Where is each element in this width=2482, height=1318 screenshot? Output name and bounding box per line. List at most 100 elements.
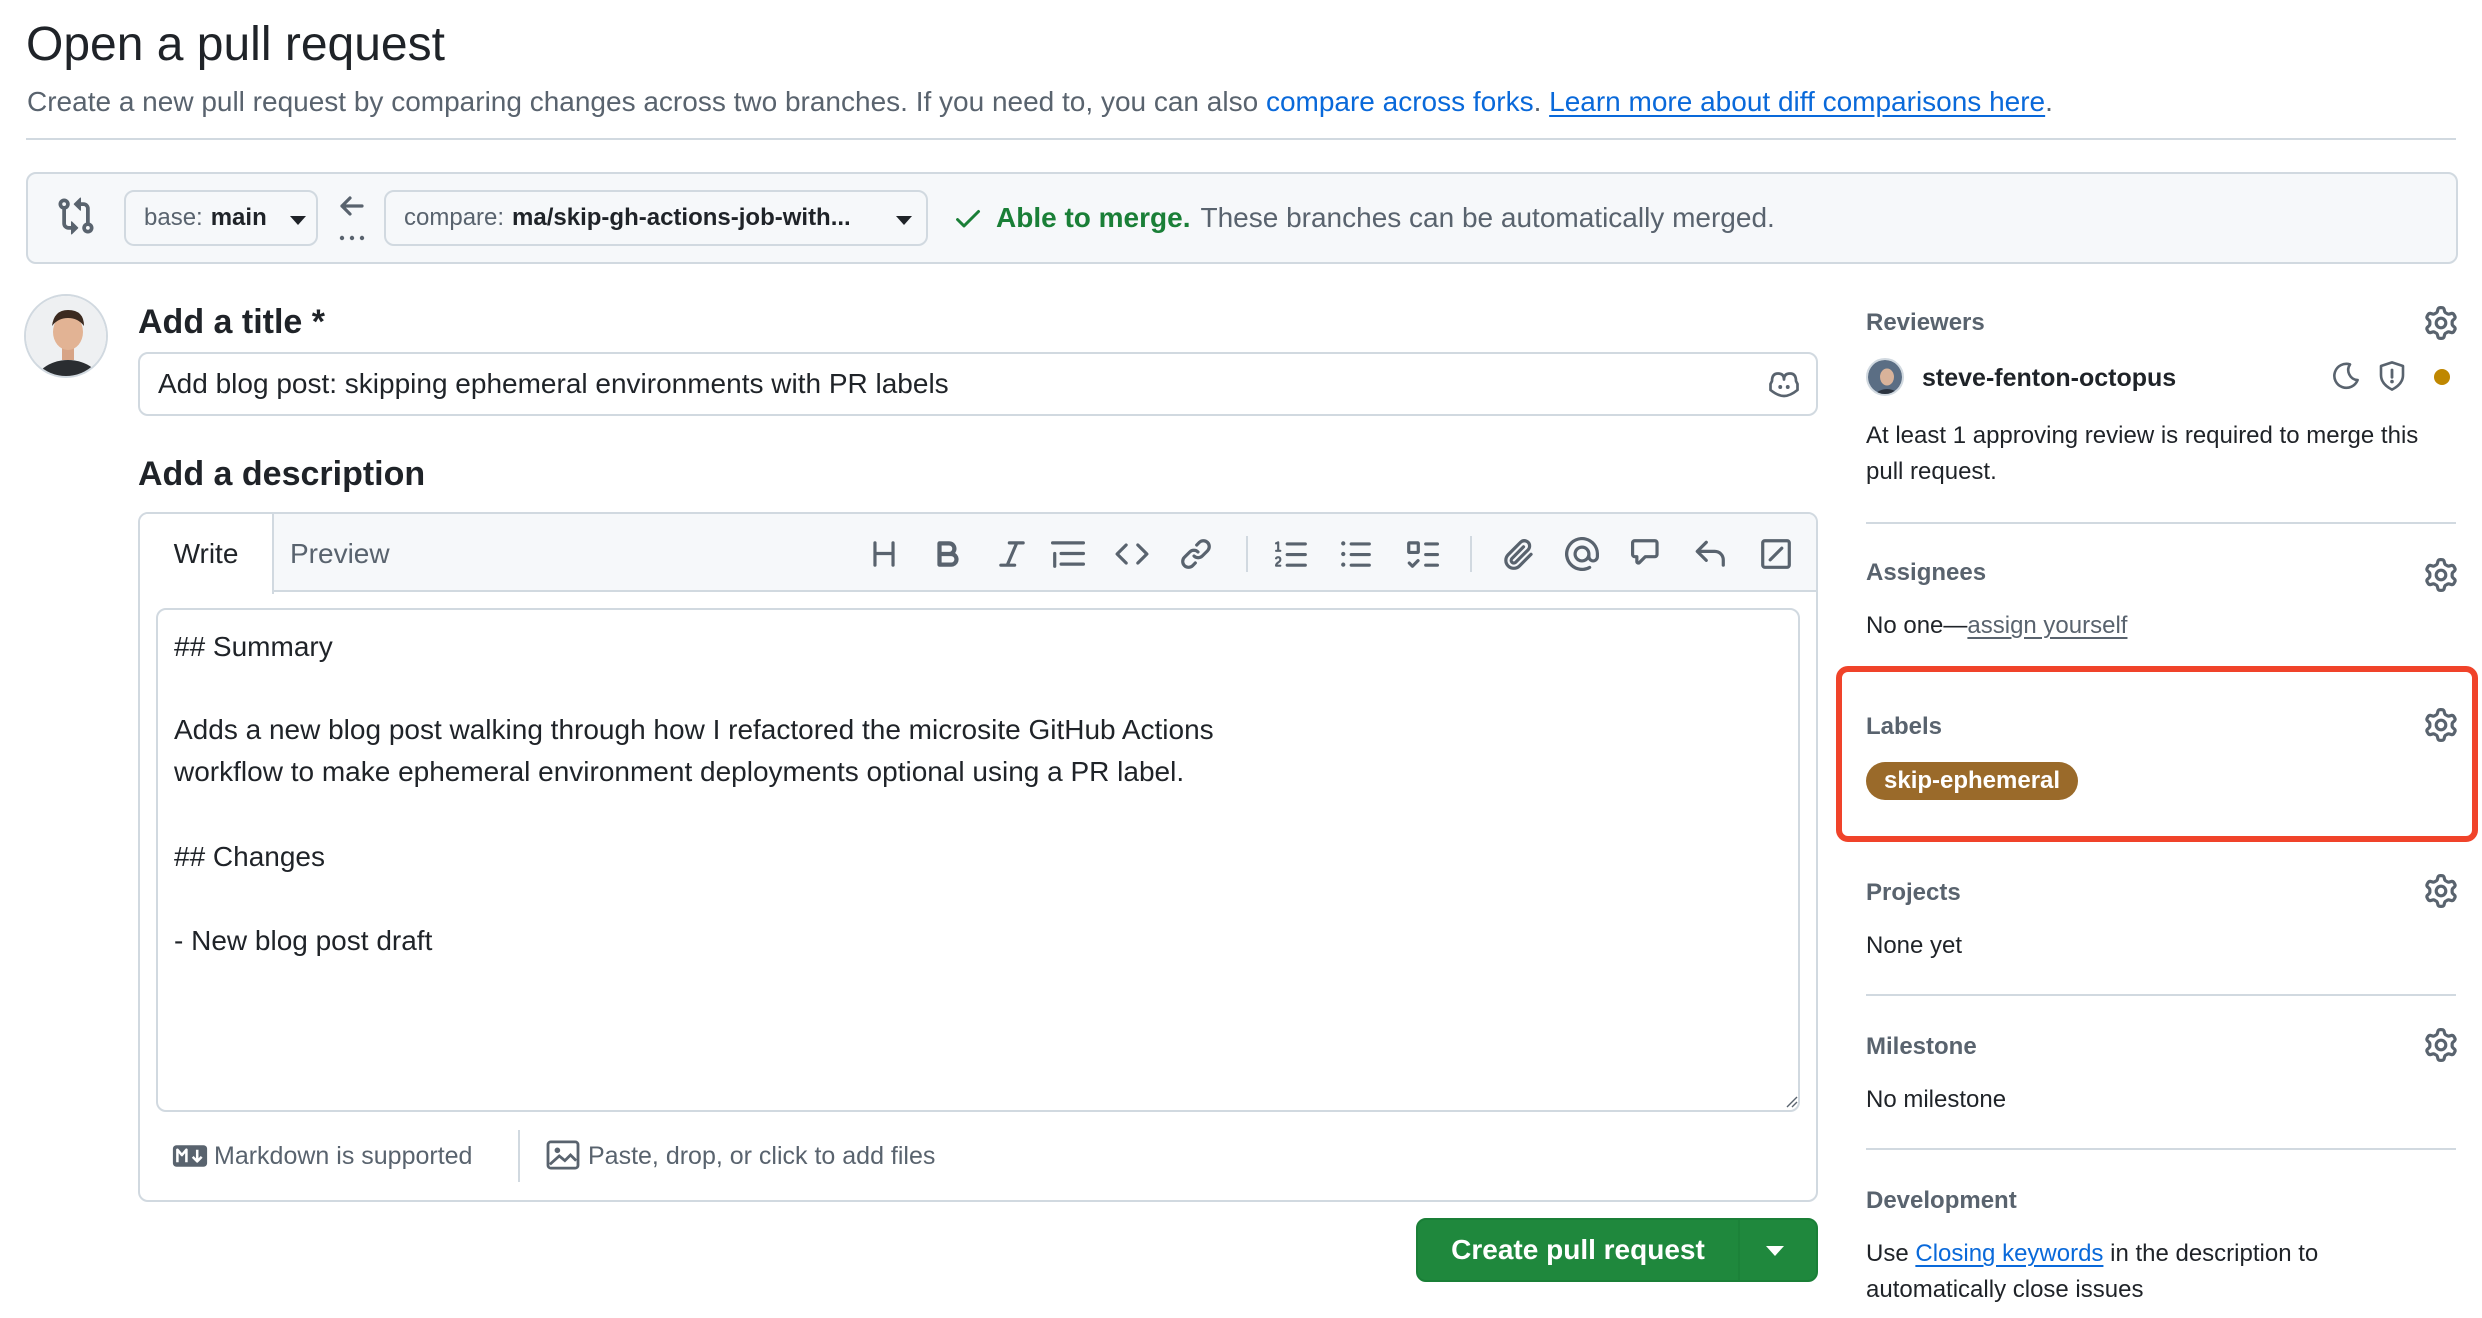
footer-divider xyxy=(518,1130,520,1182)
unordered-list-button[interactable] xyxy=(1338,536,1374,572)
gear-icon[interactable] xyxy=(2424,1028,2458,1062)
toolbar-divider xyxy=(1470,536,1472,572)
merge-status: Able to merge. These branches can be aut… xyxy=(952,196,1775,240)
reviewer-avatar[interactable] xyxy=(1866,358,1904,396)
heading-icon xyxy=(873,541,895,567)
arrow-left-icon xyxy=(339,196,365,241)
sidebar-divider xyxy=(1866,522,2456,524)
assignees-prefix: No one— xyxy=(1866,612,1968,639)
compare-forks-link[interactable]: compare across forks xyxy=(1266,86,1534,117)
sidebar-divider xyxy=(1866,1148,2456,1150)
labels-highlight-box xyxy=(1836,666,2478,842)
code-button[interactable] xyxy=(1114,536,1150,572)
bold-button[interactable] xyxy=(930,536,966,572)
italic-button[interactable] xyxy=(994,536,1030,572)
italic-icon xyxy=(999,541,1025,567)
reviewers-note-line2: pull request. xyxy=(1866,458,1997,485)
textarea-line: - New blog post draft xyxy=(174,925,433,956)
resize-handle-icon[interactable] xyxy=(1782,1092,1798,1108)
compare-branch-select[interactable]: compare: ma/skip-gh-actions-job-with... xyxy=(384,190,928,246)
header-divider xyxy=(26,138,2456,140)
add-files-note[interactable]: Paste, drop, or click to add files xyxy=(588,1138,935,1174)
mention-icon xyxy=(1565,537,1599,571)
image-icon xyxy=(546,1140,580,1170)
quote-icon xyxy=(1051,541,1085,568)
textarea-line: workflow to make ephemeral environment d… xyxy=(174,756,1185,787)
slash-commands-button[interactable] xyxy=(1758,536,1794,572)
development-prefix: Use xyxy=(1866,1240,1916,1267)
mention-button[interactable] xyxy=(1564,536,1600,572)
chevron-down-icon xyxy=(896,216,912,225)
title-label: Add a title * xyxy=(138,303,326,341)
gear-icon[interactable] xyxy=(2424,874,2458,908)
reviewer-name[interactable]: steve-fenton-octopus xyxy=(1922,360,2176,396)
base-prefix: base: xyxy=(144,204,203,231)
attach-button[interactable] xyxy=(1500,536,1536,572)
gear-icon[interactable] xyxy=(2424,306,2458,340)
gear-icon[interactable] xyxy=(2424,558,2458,592)
description-label: Add a description xyxy=(138,455,426,493)
heading-button[interactable] xyxy=(866,536,902,572)
button-divider xyxy=(1738,1220,1740,1280)
projects-heading[interactable]: Projects xyxy=(1866,876,1961,910)
development-note: Use Closing keywords in the description … xyxy=(1866,1236,2318,1272)
create-pull-request-label[interactable]: Create pull request xyxy=(1416,1218,1740,1282)
task-list-button[interactable] xyxy=(1404,536,1440,572)
link-icon xyxy=(1181,539,1211,569)
unordered-list-icon xyxy=(1341,541,1371,567)
chevron-down-icon[interactable] xyxy=(1766,1246,1784,1256)
shield-icon xyxy=(2379,361,2405,391)
textarea-line: Adds a new blog post walking through how… xyxy=(174,714,1214,745)
quote-button[interactable] xyxy=(1050,536,1086,572)
description-textarea[interactable] xyxy=(156,608,1800,1112)
learn-more-link[interactable]: Learn more about diff comparisons here xyxy=(1549,86,2045,117)
author-avatar xyxy=(24,294,108,378)
label-chip[interactable]: skip-ephemeral xyxy=(1866,762,2079,800)
page-subtitle: Create a new pull request by comparing c… xyxy=(27,82,2053,122)
development-note-line2: automatically close issues xyxy=(1866,1276,2144,1303)
assignees-value: No one—assign yourself xyxy=(1866,608,2127,644)
reviewers-note: At least 1 approving review is required … xyxy=(1866,422,2419,449)
projects-value: None yet xyxy=(1866,932,1963,959)
task-list-icon xyxy=(1407,541,1439,568)
copilot-icon[interactable] xyxy=(1766,366,1802,402)
git-compare-icon xyxy=(58,197,94,235)
tab-preview[interactable]: Preview xyxy=(290,534,390,574)
subtitle-mid: . xyxy=(1533,86,1550,117)
markdown-note[interactable]: Markdown is supported xyxy=(214,1138,472,1174)
code-icon xyxy=(1115,543,1149,565)
textarea-line: ## Changes xyxy=(174,841,326,872)
base-branch-value: main xyxy=(210,204,267,231)
milestone-value: No milestone xyxy=(1866,1086,2007,1113)
title-input-value: Add blog post: skipping ephemeral enviro… xyxy=(158,368,949,399)
gear-icon[interactable] xyxy=(2424,708,2458,742)
reviewers-heading[interactable]: Reviewers xyxy=(1866,306,1985,340)
assignees-heading[interactable]: Assignees xyxy=(1866,556,1986,590)
cross-reference-icon xyxy=(1631,539,1659,565)
compare-branch-value: ma/skip-gh-actions-job-with... xyxy=(512,204,851,231)
title-input[interactable]: Add blog post: skipping ephemeral enviro… xyxy=(138,352,1818,416)
reply-button[interactable] xyxy=(1692,536,1728,572)
link-button[interactable] xyxy=(1178,536,1214,572)
closing-keywords-link[interactable]: Closing keywords xyxy=(1915,1240,2103,1267)
paperclip-icon xyxy=(1504,539,1533,570)
avatar-image xyxy=(26,296,106,376)
milestone-heading[interactable]: Milestone xyxy=(1866,1030,1977,1064)
cross-reference-button[interactable] xyxy=(1630,536,1666,572)
ordered-list-button[interactable] xyxy=(1274,536,1310,572)
slash-icon xyxy=(1761,539,1791,569)
sidebar-divider xyxy=(1866,994,2456,996)
reply-icon xyxy=(1695,540,1725,567)
development-heading: Development xyxy=(1866,1187,2017,1214)
assign-yourself-link[interactable]: assign yourself xyxy=(1967,612,2127,639)
avatar-image xyxy=(1868,360,1902,394)
labels-heading[interactable]: Labels xyxy=(1866,710,1942,744)
bold-icon xyxy=(937,541,959,567)
base-branch-select[interactable]: base: main xyxy=(124,190,318,246)
check-icon xyxy=(956,210,980,228)
textarea-line: ## Summary xyxy=(174,631,333,662)
tab-write[interactable]: Write xyxy=(140,514,274,594)
toolbar-divider xyxy=(1246,536,1248,572)
development-suffix: in the description to xyxy=(2103,1240,2319,1267)
merge-ok-text: Able to merge. xyxy=(996,202,1191,233)
